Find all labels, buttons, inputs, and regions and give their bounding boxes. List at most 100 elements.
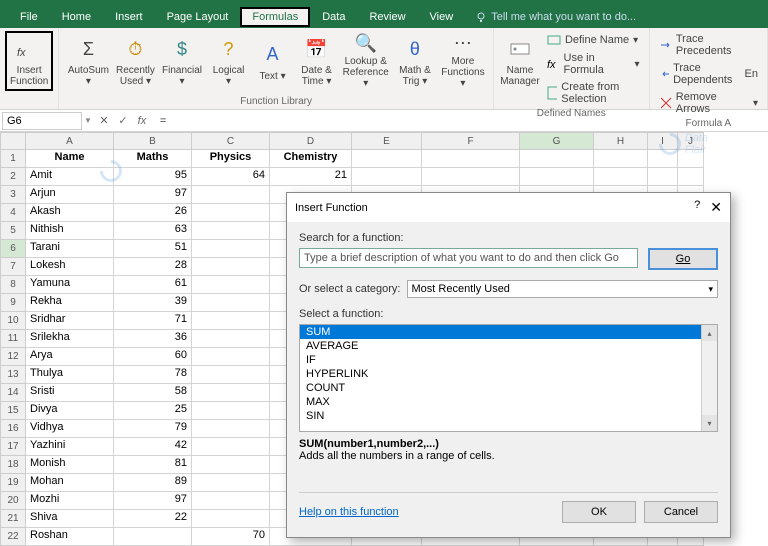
- cell[interactable]: [192, 294, 270, 312]
- row-header[interactable]: 18: [0, 456, 26, 474]
- cell[interactable]: 22: [114, 510, 192, 528]
- scroll-down-icon[interactable]: ▾: [702, 415, 717, 431]
- close-button[interactable]: ✕: [710, 199, 722, 216]
- cell[interactable]: Thulya: [26, 366, 114, 384]
- cell[interactable]: [192, 492, 270, 510]
- cell[interactable]: [192, 222, 270, 240]
- cell[interactable]: Sristi: [26, 384, 114, 402]
- cell[interactable]: 39: [114, 294, 192, 312]
- cell[interactable]: 79: [114, 420, 192, 438]
- cell[interactable]: Arya: [26, 348, 114, 366]
- tab-review[interactable]: Review: [357, 7, 417, 27]
- row-header[interactable]: 16: [0, 420, 26, 438]
- cell[interactable]: 81: [114, 456, 192, 474]
- cell[interactable]: Sridhar: [26, 312, 114, 330]
- col-header[interactable]: H: [594, 132, 648, 150]
- lib-button-5[interactable]: 📅Date & Time ▾: [296, 31, 338, 91]
- col-header[interactable]: G: [520, 132, 594, 150]
- cell[interactable]: 63: [114, 222, 192, 240]
- cell[interactable]: 61: [114, 276, 192, 294]
- row-header[interactable]: 20: [0, 492, 26, 510]
- cell[interactable]: [192, 510, 270, 528]
- cell[interactable]: [520, 168, 594, 186]
- cell[interactable]: 60: [114, 348, 192, 366]
- cell[interactable]: 97: [114, 186, 192, 204]
- cell[interactable]: 78: [114, 366, 192, 384]
- cell[interactable]: 26: [114, 204, 192, 222]
- function-item[interactable]: IF: [300, 353, 717, 367]
- cell[interactable]: Monish: [26, 456, 114, 474]
- cell[interactable]: [192, 348, 270, 366]
- row-header[interactable]: 21: [0, 510, 26, 528]
- cell[interactable]: Mohan: [26, 474, 114, 492]
- fx-button[interactable]: fx: [134, 113, 150, 129]
- row-header[interactable]: 10: [0, 312, 26, 330]
- tab-pagelayout[interactable]: Page Layout: [155, 7, 241, 27]
- help-button[interactable]: ?: [694, 199, 700, 216]
- col-header[interactable]: A: [26, 132, 114, 150]
- cell[interactable]: 70: [192, 528, 270, 546]
- cell[interactable]: Maths: [114, 150, 192, 168]
- row-header[interactable]: 13: [0, 366, 26, 384]
- cell[interactable]: Chemistry: [270, 150, 352, 168]
- cell[interactable]: 95: [114, 168, 192, 186]
- row-header[interactable]: 15: [0, 402, 26, 420]
- cell[interactable]: [594, 150, 648, 168]
- col-header[interactable]: C: [192, 132, 270, 150]
- enter-formula-button[interactable]: ✓: [115, 113, 131, 129]
- ok-button[interactable]: OK: [562, 501, 636, 523]
- cell[interactable]: [648, 168, 678, 186]
- row-header[interactable]: 4: [0, 204, 26, 222]
- lib-button-6[interactable]: 🔍Lookup & Reference ▾: [340, 31, 392, 91]
- insert-function-button[interactable]: fx Insert Function: [5, 31, 53, 91]
- tab-data[interactable]: Data: [310, 7, 357, 27]
- lib-button-1[interactable]: ⏱Recently Used ▾: [114, 31, 156, 91]
- select-all-corner[interactable]: [0, 132, 26, 150]
- row-header[interactable]: 8: [0, 276, 26, 294]
- cell[interactable]: [192, 258, 270, 276]
- function-item[interactable]: COUNT: [300, 381, 717, 395]
- cell[interactable]: Amit: [26, 168, 114, 186]
- cell[interactable]: 21: [270, 168, 352, 186]
- col-header[interactable]: D: [270, 132, 352, 150]
- help-link[interactable]: Help on this function: [299, 506, 399, 518]
- cell[interactable]: [192, 456, 270, 474]
- tab-home[interactable]: Home: [50, 7, 103, 27]
- function-item[interactable]: SIN: [300, 409, 717, 423]
- function-item[interactable]: SUM: [300, 325, 717, 339]
- cell[interactable]: Divya: [26, 402, 114, 420]
- cell[interactable]: 58: [114, 384, 192, 402]
- row-header[interactable]: 9: [0, 294, 26, 312]
- go-button[interactable]: Go: [648, 248, 718, 270]
- col-header[interactable]: J: [678, 132, 704, 150]
- lib-button-8[interactable]: ⋯More Functions ▾: [438, 31, 488, 91]
- cell[interactable]: [678, 168, 704, 186]
- tell-me-search[interactable]: Tell me what you want to do...: [475, 11, 636, 23]
- cell[interactable]: [192, 438, 270, 456]
- cell[interactable]: [192, 402, 270, 420]
- category-select[interactable]: Most Recently Used ▾: [407, 280, 719, 298]
- cell[interactable]: Srilekha: [26, 330, 114, 348]
- formula-bar[interactable]: =: [154, 113, 768, 129]
- search-input[interactable]: Type a brief description of what you wan…: [299, 248, 638, 268]
- row-header[interactable]: 5: [0, 222, 26, 240]
- cell[interactable]: 97: [114, 492, 192, 510]
- cell[interactable]: 51: [114, 240, 192, 258]
- cell[interactable]: [192, 186, 270, 204]
- cancel-button[interactable]: Cancel: [644, 501, 718, 523]
- col-header[interactable]: B: [114, 132, 192, 150]
- lib-button-4[interactable]: AText ▾: [252, 31, 294, 91]
- cell[interactable]: 28: [114, 258, 192, 276]
- cell[interactable]: Vidhya: [26, 420, 114, 438]
- row-header[interactable]: 17: [0, 438, 26, 456]
- scroll-up-icon[interactable]: ▴: [702, 325, 717, 341]
- cell[interactable]: Arjun: [26, 186, 114, 204]
- cell[interactable]: [192, 240, 270, 258]
- scrollbar[interactable]: ▴ ▾: [701, 325, 717, 431]
- cell[interactable]: [192, 474, 270, 492]
- cell[interactable]: Akash: [26, 204, 114, 222]
- cell[interactable]: [192, 276, 270, 294]
- define-name-button[interactable]: Define Name ▾: [543, 31, 644, 49]
- create-from-selection-button[interactable]: Create from Selection: [543, 79, 644, 107]
- cell[interactable]: 42: [114, 438, 192, 456]
